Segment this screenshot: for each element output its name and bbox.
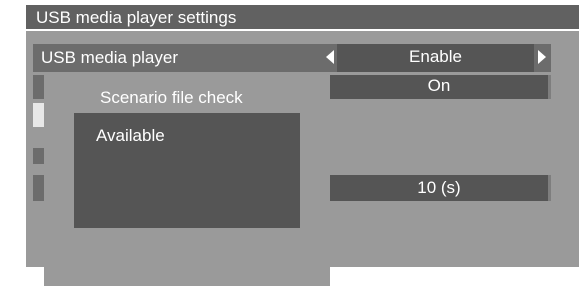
hidden-row-stub xyxy=(33,75,44,99)
triangle-left-icon[interactable] xyxy=(326,50,334,64)
time-setting-value[interactable]: 10 (s) xyxy=(330,175,548,201)
usb-media-player-value[interactable]: Enable xyxy=(337,44,534,72)
dialog-title: Scenario file check xyxy=(100,88,243,107)
dialog-status: Available xyxy=(96,126,165,145)
hidden-row-stub xyxy=(33,148,44,164)
usb-media-player-label: USB media player xyxy=(41,48,179,67)
window-title: USB media player settings xyxy=(36,8,237,27)
row-edge xyxy=(548,175,551,201)
scenario-file-value[interactable]: On xyxy=(330,75,548,99)
row-edge xyxy=(548,75,551,99)
scenario-file-check-dialog: Scenario file check Available xyxy=(44,76,330,286)
title-bar: USB media player settings xyxy=(26,5,579,31)
hidden-row-stub xyxy=(33,103,44,127)
hidden-row-stub xyxy=(33,175,44,201)
triangle-right-icon[interactable] xyxy=(538,50,546,64)
dialog-result-box: Available xyxy=(74,113,300,228)
